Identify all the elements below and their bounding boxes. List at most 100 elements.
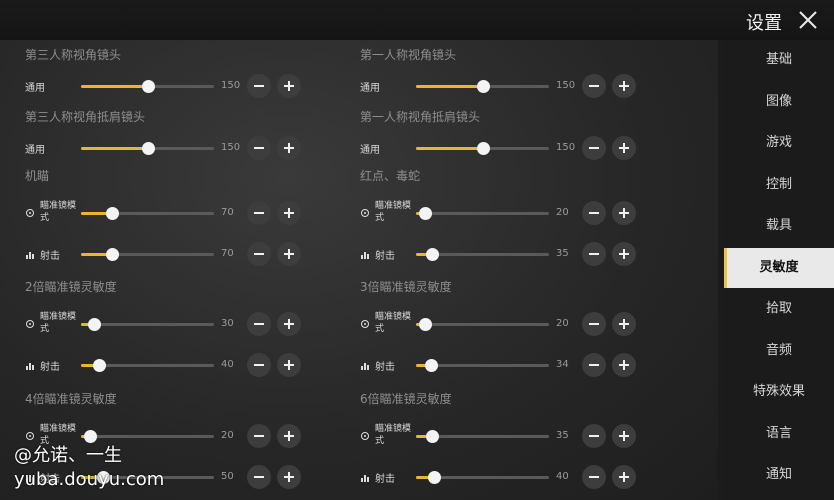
slider-track[interactable] <box>81 318 214 331</box>
slider-knob[interactable] <box>425 248 439 261</box>
increase-button[interactable] <box>612 312 636 336</box>
decrease-button[interactable] <box>582 201 606 225</box>
increase-button[interactable] <box>277 465 301 489</box>
increase-button[interactable] <box>277 136 301 160</box>
decrease-button[interactable] <box>247 242 271 266</box>
slider-knob[interactable] <box>92 359 106 372</box>
sidebar-item-10[interactable]: 通知 <box>724 455 834 495</box>
minus-icon <box>589 476 599 478</box>
section-title: 机瞄 <box>25 169 50 183</box>
slider-fill <box>416 85 483 88</box>
minus-icon <box>254 253 264 255</box>
decrease-button[interactable] <box>582 424 606 448</box>
decrease-button[interactable] <box>582 242 606 266</box>
slider-knob[interactable] <box>476 80 490 93</box>
settings-sidebar: 基础 图像 游戏 控制 载具 灵敏度 拾取 音频 特殊效果 语言 通知 <box>724 40 834 500</box>
sidebar-item-7[interactable]: 音频 <box>724 331 834 371</box>
decrease-button[interactable] <box>247 312 271 336</box>
section-title: 第三人称视角镜头 <box>25 48 122 62</box>
increase-button[interactable] <box>612 136 636 160</box>
increase-button[interactable] <box>277 312 301 336</box>
slider-track[interactable] <box>416 80 549 93</box>
increase-button[interactable] <box>612 242 636 266</box>
decrease-button[interactable] <box>247 353 271 377</box>
sensitivity-row: 射击 40 <box>25 353 305 379</box>
slider-track[interactable] <box>416 248 549 261</box>
increase-button[interactable] <box>277 74 301 98</box>
minus-icon <box>254 435 264 437</box>
close-icon[interactable] <box>796 8 820 32</box>
slider-track[interactable] <box>81 207 214 220</box>
slider-knob[interactable] <box>141 142 155 155</box>
slider-knob[interactable] <box>425 359 439 372</box>
slider-track[interactable] <box>81 80 214 93</box>
slider-track[interactable] <box>81 430 214 443</box>
decrease-button[interactable] <box>582 465 606 489</box>
slider-value: 40 <box>221 359 234 370</box>
minus-icon <box>589 85 599 87</box>
decrease-button[interactable] <box>582 74 606 98</box>
slider-track[interactable] <box>81 142 214 155</box>
decrease-button[interactable] <box>247 465 271 489</box>
slider-track[interactable] <box>416 359 549 372</box>
sidebar-item-9[interactable]: 语言 <box>724 414 834 454</box>
row-label: 瞄准镜模式 <box>375 201 412 223</box>
increase-button[interactable] <box>612 353 636 377</box>
slider-track[interactable] <box>416 207 549 220</box>
slider-track[interactable] <box>81 359 214 372</box>
minus-icon <box>589 435 599 437</box>
slider-track[interactable] <box>416 142 549 155</box>
sensitivity-row: 通用 150 <box>360 74 640 100</box>
decrease-button[interactable] <box>582 353 606 377</box>
slider-knob[interactable] <box>106 248 120 261</box>
increase-button[interactable] <box>277 424 301 448</box>
sidebar-item-4[interactable]: 载具 <box>724 206 834 246</box>
decrease-button[interactable] <box>247 74 271 98</box>
slider-knob[interactable] <box>427 471 441 484</box>
sidebar-item-2[interactable]: 游戏 <box>724 123 834 163</box>
crosshair-icon <box>26 209 34 217</box>
sidebar-item-8[interactable]: 特殊效果 <box>724 372 834 412</box>
decrease-button[interactable] <box>247 201 271 225</box>
slider-value: 40 <box>556 471 569 482</box>
slider-knob[interactable] <box>425 430 439 443</box>
slider-value: 20 <box>221 430 234 441</box>
decrease-button[interactable] <box>582 312 606 336</box>
slider-track[interactable] <box>81 248 214 261</box>
row-label: 通用 <box>360 83 380 94</box>
increase-button[interactable] <box>612 424 636 448</box>
decrease-button[interactable] <box>247 424 271 448</box>
plus-icon <box>284 81 294 91</box>
increase-button[interactable] <box>277 201 301 225</box>
section-title: 第一人称视角抵肩镜头 <box>360 110 481 124</box>
slider-knob[interactable] <box>83 430 97 443</box>
sidebar-item-6[interactable]: 拾取 <box>724 289 834 329</box>
slider-track[interactable] <box>416 318 549 331</box>
plus-icon <box>284 143 294 153</box>
slider-track[interactable] <box>416 430 549 443</box>
increase-button[interactable] <box>612 201 636 225</box>
sidebar-item-0[interactable]: 基础 <box>724 40 834 80</box>
slider-value: 70 <box>221 248 234 259</box>
slider-track[interactable] <box>416 471 549 484</box>
decrease-button[interactable] <box>582 136 606 160</box>
slider-knob[interactable] <box>141 80 155 93</box>
increase-button[interactable] <box>277 242 301 266</box>
minus-icon <box>589 212 599 214</box>
plus-icon <box>619 249 629 259</box>
decrease-button[interactable] <box>247 136 271 160</box>
slider-knob[interactable] <box>476 142 490 155</box>
sidebar-item-5[interactable]: 灵敏度 <box>724 247 834 288</box>
slider-knob[interactable] <box>88 318 102 331</box>
increase-button[interactable] <box>277 353 301 377</box>
sidebar-item-1[interactable]: 图像 <box>724 82 834 122</box>
increase-button[interactable] <box>612 465 636 489</box>
sensitivity-row: 瞄准镜模式 20 <box>360 201 640 227</box>
increase-button[interactable] <box>612 74 636 98</box>
sidebar-item-3[interactable]: 控制 <box>724 165 834 205</box>
slider-knob[interactable] <box>418 207 432 220</box>
plus-icon <box>284 431 294 441</box>
slider-knob[interactable] <box>106 207 120 220</box>
slider-knob[interactable] <box>418 318 432 331</box>
section-title: 3倍瞄准镜灵敏度 <box>360 280 452 294</box>
